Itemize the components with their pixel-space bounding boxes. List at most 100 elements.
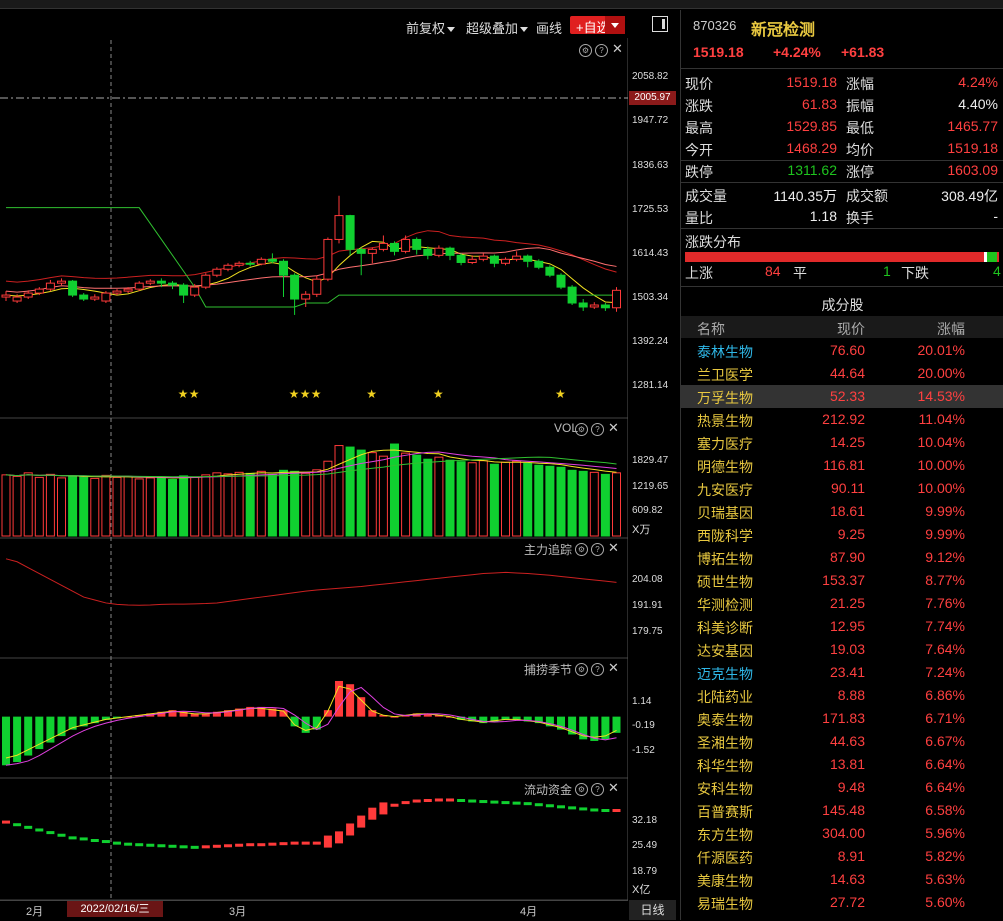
settings-icon[interactable]: ⚙ [575,783,588,796]
volume-bar [34,476,44,537]
help-icon[interactable]: ? [591,783,604,796]
constituent-row[interactable]: 迈克生物 23.41 7.24% [681,661,1003,684]
volume-bar [456,461,466,537]
stock-name: 新冠检测 [751,22,816,39]
close-icon[interactable]: ✕ [608,420,619,436]
flow-bar [179,845,188,849]
track-axis-tick: 179.75 [632,626,663,637]
close-icon[interactable]: ✕ [608,780,619,796]
help-icon[interactable]: ? [591,543,604,556]
quote-value: 1519.18 [786,74,837,90]
last-price: 1519.18 [693,44,744,60]
constituent-row[interactable]: 泰林生物 76.60 20.01% [681,339,1003,362]
constituent-change: 10.00% [917,457,965,473]
constituent-row[interactable]: 硕世生物 153.37 8.77% [681,569,1003,592]
star-marker: ★ [300,387,311,401]
constituent-row[interactable]: 东方生物 304.00 5.96% [681,822,1003,845]
settings-icon[interactable]: ⚙ [575,663,588,676]
constituent-name: 兰卫医学 [697,367,753,383]
volume-bar [256,470,266,537]
flow-axis-tick: 32.18 [632,815,658,826]
flow-axis-tick: 25.49 [632,840,658,851]
close-icon[interactable]: ✕ [612,41,623,57]
constituent-row[interactable]: 兰卫医学 44.64 20.00% [681,362,1003,385]
constituent-row[interactable]: 北陆药业 8.88 6.86% [681,684,1003,707]
kline-chart[interactable]: ★ ★ ★ ★ ★ ★ ★ ★ [0,0,628,900]
volume-bar [301,472,311,537]
constituent-row[interactable]: 塞力医疗 14.25 10.04% [681,431,1003,454]
quote-row: 量比 1.18 换手 - [681,208,1003,230]
constituent-price: 44.63 [829,733,865,749]
constituent-row[interactable]: 百普赛斯 145.48 6.58% [681,799,1003,822]
flow-bar [113,841,121,845]
constituent-row[interactable]: 达安基因 19.03 7.64% [681,638,1003,661]
constituent-row[interactable]: 九安医疗 90.11 10.00% [681,477,1003,500]
candle-body [401,238,411,252]
divider [681,286,1003,287]
constituent-change: 6.67% [925,733,965,749]
constituent-change: 7.74% [925,618,965,634]
constituent-row[interactable]: 热景生物 212.92 11.04% [681,408,1003,431]
help-icon[interactable]: ? [591,423,604,436]
constituent-row[interactable]: 仟源医药 8.91 5.82% [681,845,1003,868]
change-pct: +4.24% [773,44,821,60]
down-segment [987,252,997,262]
period-selector[interactable]: 日线 [629,900,676,920]
flow-bar [235,843,244,847]
constituent-row[interactable]: 易瑞生物 27.72 5.60% [681,891,1003,914]
constituent-row[interactable]: 万孚生物 52.33 14.53% [681,385,1003,408]
constituent-row[interactable]: 科华生物 13.81 6.64% [681,753,1003,776]
flow-bar [312,841,321,845]
flow-bar [124,842,133,846]
constituent-price: 90.11 [831,480,865,496]
constituent-name: 九安医疗 [697,482,753,498]
constituent-row[interactable]: 明德生物 116.81 10.00% [681,454,1003,477]
constituent-row[interactable]: 奥泰生物 171.83 6.71% [681,707,1003,730]
constituent-change: 8.77% [925,572,965,588]
constituent-row[interactable]: 博拓生物 87.90 9.12% [681,546,1003,569]
col-price[interactable]: 现价 [781,319,865,339]
close-icon[interactable]: ✕ [608,540,619,556]
flow-bar [246,843,255,847]
candle-body [345,215,355,250]
quote-key: 涨停 [846,164,874,180]
constituent-price: 9.48 [837,779,865,795]
ma-line [5,240,617,304]
close-icon[interactable]: ✕ [608,660,619,676]
constituent-change: 6.64% [925,756,965,772]
volume-bar [512,460,522,537]
flow-bar [423,799,432,802]
col-name[interactable]: 名称 [697,319,725,339]
candle-body [101,292,111,302]
candle-body [612,289,621,309]
settings-icon[interactable]: ⚙ [575,543,588,556]
help-icon[interactable]: ? [595,44,608,57]
constituent-row[interactable]: 圣湘生物 44.63 6.67% [681,730,1003,753]
star-marker: ★ [433,387,444,401]
settings-icon[interactable]: ⚙ [575,423,588,436]
col-change[interactable]: 涨幅 [881,319,965,339]
constituent-row[interactable]: 科美诊断 12.95 7.74% [681,615,1003,638]
constituent-row[interactable]: 安科生物 9.48 6.64% [681,776,1003,799]
flow-bar [357,815,366,828]
constituent-row[interactable]: 贝瑞基因 18.61 9.99% [681,500,1003,523]
constituent-row[interactable]: 美康生物 14.63 5.63% [681,868,1003,891]
candle-body [367,248,377,254]
layout-icon[interactable] [652,16,668,32]
volume-bar [556,466,566,537]
candle-body [567,286,577,304]
flow-bar [224,844,232,848]
candle-body [1,294,11,298]
candle-body [390,242,399,252]
constituent-row[interactable]: 西陇科学 9.25 9.99% [681,523,1003,546]
flow-bar [457,799,466,802]
settings-icon[interactable]: ⚙ [579,44,592,57]
help-icon[interactable]: ? [591,663,604,676]
constituent-row[interactable]: 华测检测 21.25 7.76% [681,592,1003,615]
flow-bar [590,808,599,812]
constituent-name: 明德生物 [697,459,753,475]
candle-body [467,258,477,263]
constituent-name: 仟源医药 [697,850,753,866]
cursor-date-tag: 2022/02/16/三 [67,901,163,917]
constituents-header: 名称 现价 涨幅 [681,316,1003,338]
